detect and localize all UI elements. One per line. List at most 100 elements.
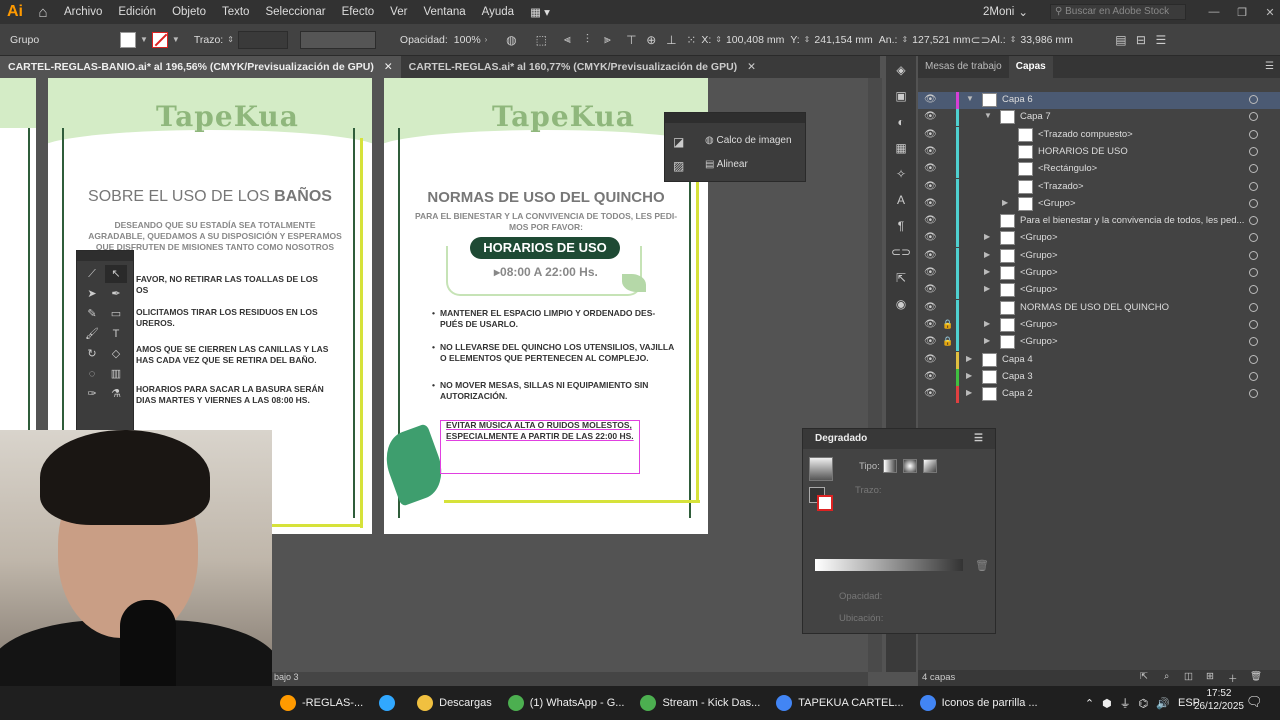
network-icon[interactable]: ⌬ xyxy=(1139,697,1149,710)
chevron-down-icon[interactable]: ▼ xyxy=(984,111,992,120)
align-center-icon[interactable]: ⫶ xyxy=(577,32,597,47)
home-icon[interactable]: ⌂ xyxy=(30,4,56,21)
panel-header[interactable] xyxy=(77,251,133,261)
layer-row[interactable]: 👁 ▶ <Grupo> xyxy=(918,195,1280,213)
menu-efecto[interactable]: Efecto xyxy=(334,6,383,18)
blend-tool-icon[interactable]: ⚗ xyxy=(105,385,127,403)
target-icon[interactable] xyxy=(1249,95,1258,104)
eye-icon[interactable]: 👁 xyxy=(924,336,937,347)
layer-row[interactable]: 👁 ▶ <Grupo> xyxy=(918,230,1280,248)
menu-ayuda[interactable]: Ayuda xyxy=(474,6,522,18)
menu-ver[interactable]: Ver xyxy=(382,6,415,18)
freeform-gradient-icon[interactable] xyxy=(923,459,937,473)
locate-object-icon[interactable]: ⌕ xyxy=(1164,671,1169,682)
eye-icon[interactable]: 👁 xyxy=(924,181,937,192)
tab-mesas-de-trabajo[interactable]: Mesas de trabajo xyxy=(918,56,1009,78)
eye-icon[interactable]: 👁 xyxy=(924,319,937,330)
layer-row[interactable]: 👁 NORMAS DE USO DEL QUINCHO xyxy=(918,299,1280,317)
brushes-icon[interactable]: ✧ xyxy=(886,162,916,186)
target-icon[interactable] xyxy=(1249,198,1258,208)
usb-icon[interactable]: ⏚ xyxy=(1120,695,1131,711)
taskbar-app[interactable]: -REGLAS-... xyxy=(272,686,371,720)
delete-stop-icon[interactable]: 🗑 xyxy=(975,559,989,572)
chevron-right-icon[interactable]: ▶ xyxy=(984,250,990,259)
eye-icon[interactable]: 👁 xyxy=(924,250,937,261)
rotate-tool-icon[interactable]: ↻ xyxy=(81,345,103,363)
eye-icon[interactable]: 👁 xyxy=(924,354,937,365)
eye-icon[interactable]: 👁 xyxy=(924,215,937,226)
stroke-stepper[interactable]: ⇕ xyxy=(227,35,234,44)
make-mask-icon[interactable]: ◫ xyxy=(1184,671,1193,682)
stroke-none-swatch[interactable] xyxy=(817,495,833,511)
menu-ventana[interactable]: Ventana xyxy=(415,6,473,18)
target-icon[interactable] xyxy=(1249,285,1258,295)
chevron-down-icon[interactable]: ▼ xyxy=(172,35,180,44)
selection-bounding-box[interactable] xyxy=(440,420,640,474)
eye-icon[interactable]: 👁 xyxy=(924,163,937,174)
artboard-tool-icon[interactable]: ⟋ xyxy=(81,265,103,283)
direct-selection-icon[interactable]: ↖ xyxy=(105,265,127,283)
target-icon[interactable] xyxy=(1249,354,1258,364)
panel-layout-icon[interactable]: ▤ xyxy=(1111,33,1131,47)
gradient-slider[interactable] xyxy=(815,559,963,571)
chevron-right-icon[interactable]: ▶ xyxy=(984,232,990,241)
eye-icon[interactable]: 👁 xyxy=(924,111,937,122)
transform-icon[interactable]: ⬚ xyxy=(531,33,551,47)
target-icon[interactable] xyxy=(1249,181,1258,191)
chevron-right-icon[interactable]: ▶ xyxy=(966,354,972,363)
gradient-preview[interactable] xyxy=(809,457,833,481)
paintbrush-tool-icon[interactable]: 🖌 xyxy=(81,325,103,343)
artboard-quincho[interactable]: TapeKua NORMAS DE USO DEL QUINCHO PARA E… xyxy=(384,78,708,534)
character-icon[interactable]: A xyxy=(886,188,916,212)
layer-row[interactable]: 👁 ▼ Capa 6 xyxy=(918,92,1280,109)
chevron-down-icon[interactable]: ▼ xyxy=(140,35,148,44)
paragraph-icon[interactable]: ¶ xyxy=(886,214,916,238)
chevron-right-icon[interactable]: ▶ xyxy=(1002,198,1008,207)
panel-header[interactable] xyxy=(665,113,805,123)
y-value[interactable]: 241,154 mm xyxy=(814,34,872,46)
layer-row[interactable]: 👁 ▶ Capa 3 xyxy=(918,368,1280,386)
transparency-icon[interactable]: ◐ xyxy=(886,110,916,134)
menu-seleccionar[interactable]: Seleccionar xyxy=(257,6,333,18)
chevron-right-icon[interactable]: › xyxy=(485,35,488,44)
taskbar-app[interactable]: Iconos de parrilla ... xyxy=(912,686,1046,720)
stroke-swatch[interactable] xyxy=(151,31,168,48)
target-icon[interactable] xyxy=(1249,216,1258,226)
new-sublayer-icon[interactable]: ⊞ xyxy=(1206,671,1214,682)
type-tool-icon[interactable]: T xyxy=(105,325,127,343)
tray-chevron-icon[interactable]: ⌃ xyxy=(1085,697,1094,710)
arrange-documents-icon[interactable]: ▦ ▾ xyxy=(522,5,558,19)
chevron-right-icon[interactable]: ▶ xyxy=(984,284,990,293)
height-value[interactable]: 33,986 mm xyxy=(1020,34,1073,46)
x-value[interactable]: 100,408 mm xyxy=(726,34,784,46)
adobe-stock-search[interactable]: ⚲ Buscar en Adobe Stock xyxy=(1050,4,1186,20)
chevron-right-icon[interactable]: ▶ xyxy=(966,371,972,380)
lock-icon[interactable]: 🔒 xyxy=(942,319,953,330)
stroke-weight-field[interactable] xyxy=(237,30,288,49)
tab-cartel-reglas-banio[interactable]: CARTEL-REGLAS-BANIO.ai* al 196,56% (CMYK… xyxy=(0,56,401,78)
target-icon[interactable] xyxy=(1249,112,1258,122)
eye-icon[interactable]: 👁 xyxy=(924,232,937,243)
layer-row[interactable]: 👁 ▶ <Grupo> xyxy=(918,265,1280,282)
taskbar-clock[interactable]: 17:52 26/12/2025 xyxy=(1194,687,1244,713)
radial-gradient-icon[interactable] xyxy=(903,459,917,473)
eyedropper-tool-icon[interactable]: ✑ xyxy=(81,385,103,403)
target-icon[interactable] xyxy=(1249,371,1258,381)
lock-icon[interactable]: 🔒 xyxy=(942,336,953,347)
image-trace-icon[interactable]: ◪ xyxy=(673,135,684,149)
layer-row[interactable]: 👁 ▶ Capa 4 xyxy=(918,351,1280,369)
eye-icon[interactable]: 👁 xyxy=(924,94,937,105)
selection-tool-icon[interactable]: ➤ xyxy=(81,285,103,303)
export-icon[interactable]: ⇱ xyxy=(886,266,916,290)
menu-texto[interactable]: Texto xyxy=(214,6,258,18)
chevron-right-icon[interactable]: ▶ xyxy=(984,319,990,328)
layer-row[interactable]: 👁 <Rectángulo> xyxy=(918,161,1280,179)
target-icon[interactable] xyxy=(1249,268,1258,277)
panel-options-icon[interactable]: ⊟ xyxy=(1131,33,1151,47)
menu-objeto[interactable]: Objeto xyxy=(164,6,214,18)
eye-icon[interactable]: 👁 xyxy=(924,388,937,399)
tray-app-icon[interactable]: ⬢ xyxy=(1102,697,1112,710)
chevron-right-icon[interactable]: ▶ xyxy=(984,267,990,276)
new-layer-icon[interactable]: ＋ xyxy=(1228,671,1238,685)
lasso-tool-icon[interactable]: ◌ xyxy=(81,365,103,383)
